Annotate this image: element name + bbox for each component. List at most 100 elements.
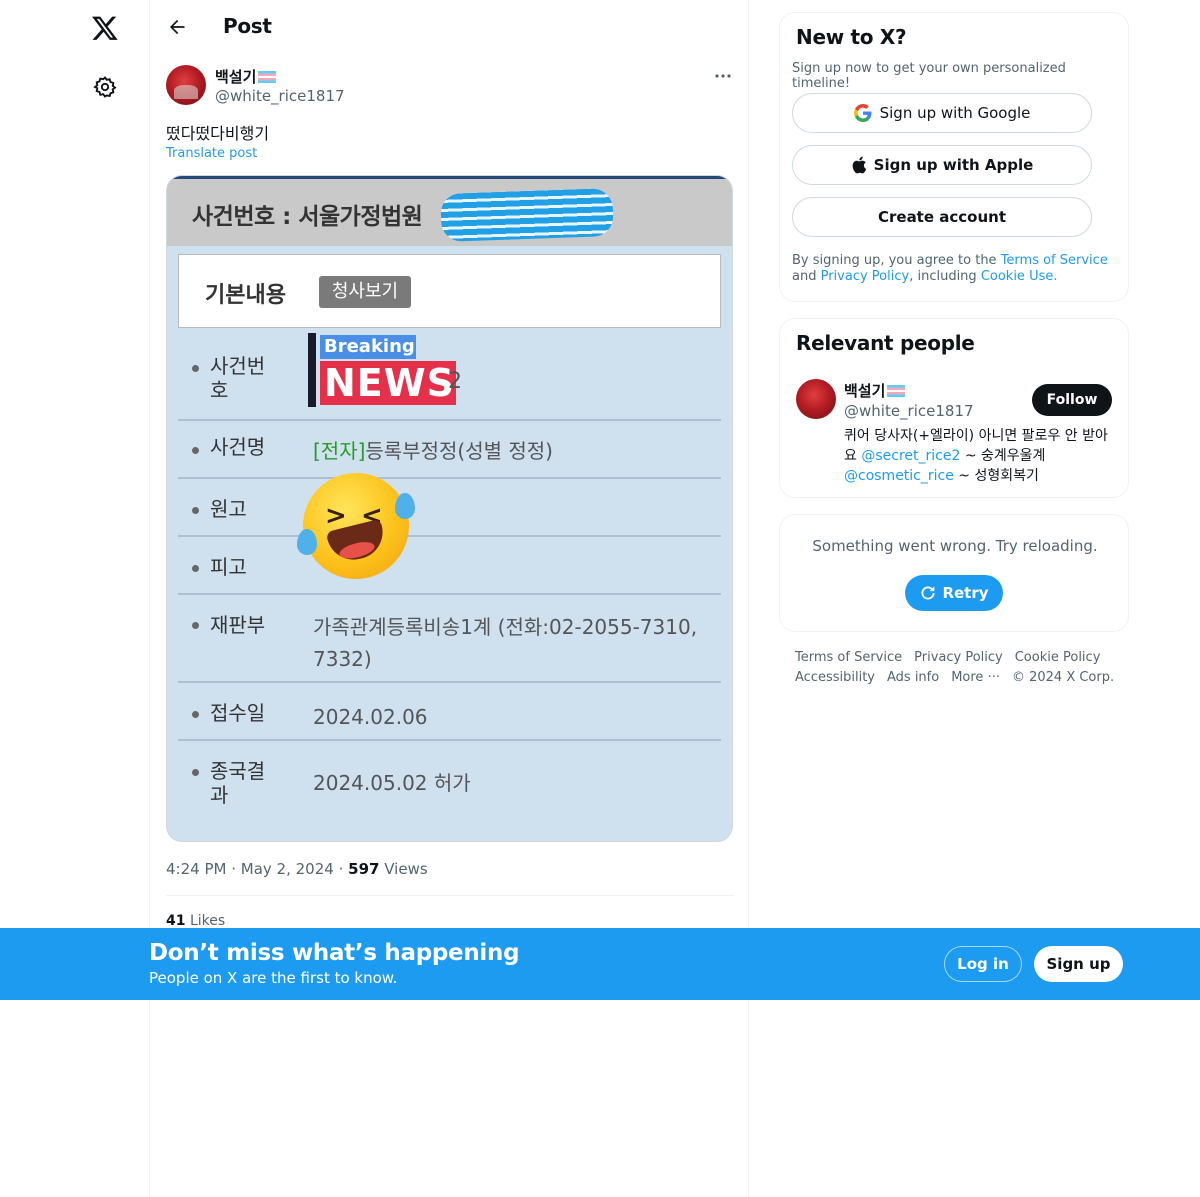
retry-label: Retry: [942, 584, 989, 602]
error-card: Something went wrong. Try reloading. Ret…: [779, 514, 1129, 632]
image-row-label: 피고: [210, 555, 247, 579]
left-nav: [0, 0, 150, 1197]
cookie-link[interactable]: Cookie Use: [981, 269, 1054, 284]
avatar[interactable]: [166, 65, 206, 105]
image-row-value: 2024.05.02 허가: [313, 771, 471, 795]
x-logo-icon[interactable]: [85, 8, 125, 48]
retry-button[interactable]: Retry: [905, 575, 1003, 611]
meta-separator: ·: [231, 860, 241, 878]
sticker-tail: 2: [448, 369, 462, 394]
footer-link[interactable]: Accessibility: [795, 670, 875, 685]
image-row: 피고: [178, 537, 721, 595]
apple-signup-button[interactable]: Sign up with Apple: [792, 145, 1092, 185]
author-name-text[interactable]: 백설기: [215, 68, 256, 86]
refresh-icon: [921, 586, 935, 600]
translate-post-link[interactable]: Translate post: [166, 146, 257, 161]
post-meta: 4:24 PM · May 2, 2024 · 597 Views: [166, 860, 428, 878]
top-bar: Post: [150, 0, 750, 53]
footer-link[interactable]: Cookie Policy: [1015, 650, 1101, 665]
likes-count: 41: [166, 913, 186, 929]
author-name[interactable]: 백설기: [215, 66, 277, 87]
emoji-tear-right: [395, 493, 415, 519]
bullet: [192, 769, 199, 776]
terms-link[interactable]: Terms of Service: [1001, 253, 1108, 268]
bullet: [192, 447, 199, 454]
signup-button[interactable]: Sign up: [1034, 946, 1123, 982]
terms-including: , including: [909, 269, 981, 284]
image-row: 사건명 [전자]등록부정정(성별 정정): [178, 421, 721, 479]
likes-label: Likes: [189, 913, 226, 929]
views-label: Views: [384, 860, 428, 878]
footer-links: Terms of Service Privacy Policy Cookie Pol…: [795, 648, 1125, 688]
gear-icon[interactable]: [85, 67, 125, 107]
footer-link[interactable]: Privacy Policy: [914, 650, 1003, 665]
relevant-handle[interactable]: @white_rice1817: [844, 402, 974, 420]
page-title: Post: [223, 14, 272, 38]
relevant-bio: 퀴어 당사자(+엘라이) 아니면 팔로우 안 받아요 @secret_rice2…: [844, 426, 1114, 486]
banner-subtitle: People on X are the first to know.: [149, 969, 398, 987]
divider: [166, 895, 734, 896]
image-row-label: 재판부: [210, 613, 266, 637]
terms-text: By signing up, you agree to the Terms of…: [792, 253, 1122, 285]
apple-signup-label: Sign up with Apple: [873, 156, 1034, 174]
image-row-label: 종국결 과: [210, 759, 266, 807]
sticker-news-text: NEWS: [320, 361, 456, 405]
image-basic-button: 청사보기: [319, 276, 411, 308]
laughing-crying-emoji-icon: > <: [297, 473, 415, 579]
more-dots-icon[interactable]: [710, 66, 736, 86]
footer-link[interactable]: More ···: [951, 670, 1000, 685]
post-author: 백설기 @white_rice1817: [166, 64, 736, 108]
meta-separator: ·: [338, 860, 349, 878]
bio-text: ~ 성형회복기: [953, 468, 1039, 484]
sticker-bar: [308, 333, 316, 407]
image-row-label: 원고: [210, 497, 247, 521]
new-to-x-subtitle: Sign up now to get your own personalized…: [792, 61, 1066, 91]
privacy-link[interactable]: Privacy Policy: [821, 269, 910, 284]
breaking-news-sticker: Breaking NEWS 2: [308, 331, 462, 407]
footer-link[interactable]: Ads info: [887, 670, 939, 685]
image-row-value: 가족관계등록비송1계 (전화:02-2055-7310, 7332): [313, 615, 698, 671]
image-basic-label: 기본내용: [205, 283, 286, 308]
image-row-label: 접수일: [210, 701, 266, 725]
google-signup-label: Sign up with Google: [879, 104, 1031, 122]
image-row-value: [전자]등록부정정(성별 정정): [313, 439, 553, 463]
terms-prefix: By signing up, you agree to the: [792, 253, 1001, 268]
new-to-x-title: New to X?: [796, 25, 907, 49]
google-signup-button[interactable]: Sign up with Google: [792, 93, 1092, 133]
post-date[interactable]: May 2, 2024: [241, 860, 334, 878]
post-time[interactable]: 4:24 PM: [166, 860, 226, 878]
terms-and: and: [792, 269, 821, 284]
terms-end: .: [1053, 269, 1058, 284]
footer-copyright: © 2024 X Corp.: [1011, 670, 1115, 685]
banner-title: Don’t miss what’s happening: [149, 940, 520, 966]
emoji-eye-left: >: [325, 501, 347, 531]
views-count: 597: [348, 860, 380, 878]
google-icon: [853, 104, 872, 122]
trans-flag-icon: [887, 385, 906, 397]
bio-mention-link[interactable]: @cosmetic_rice: [844, 468, 954, 484]
login-button[interactable]: Log in: [944, 946, 1022, 982]
relevant-name[interactable]: 백설기: [844, 380, 906, 401]
bullet: [192, 507, 199, 514]
new-to-x-card: New to X? Sign up now to get your own pe…: [779, 12, 1129, 302]
likes-stat[interactable]: 41 Likes: [166, 913, 225, 929]
bullet: [192, 565, 199, 572]
relevant-people-title: Relevant people: [796, 331, 975, 355]
bullet: [192, 365, 199, 372]
footer-link[interactable]: Terms of Service: [795, 650, 902, 665]
avatar[interactable]: [796, 379, 836, 419]
image-basic-box: 기본내용 청사보기: [178, 254, 721, 328]
bio-mention-link[interactable]: @secret_rice2: [861, 448, 960, 464]
image-row-label: 사건명: [210, 435, 266, 459]
blue-scribble-redaction: [440, 188, 614, 242]
image-row-value: 2024.02.06: [313, 705, 428, 729]
follow-button[interactable]: Follow: [1032, 384, 1112, 416]
author-handle[interactable]: @white_rice1817: [215, 87, 345, 105]
relevant-name-text[interactable]: 백설기: [844, 382, 885, 400]
apple-icon: [852, 156, 866, 174]
arrow-left-icon[interactable]: [162, 12, 192, 42]
image-row: 원고: [178, 479, 721, 537]
post-image[interactable]: 사건번호 : 서울가정법원 기본내용 청사보기 사건번 호 사건명 [전자]등록부…: [166, 175, 733, 842]
create-account-button[interactable]: Create account: [792, 197, 1092, 237]
emoji-tear-left: [297, 529, 317, 555]
